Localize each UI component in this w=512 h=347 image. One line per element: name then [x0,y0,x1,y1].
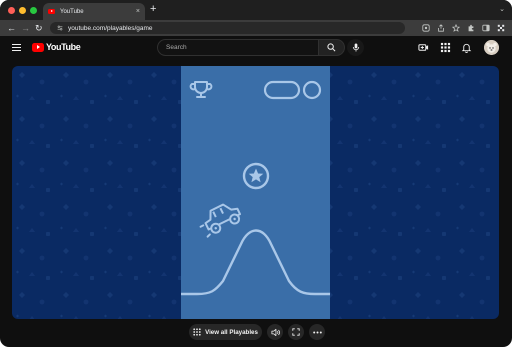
fullscreen-button[interactable] [288,324,304,340]
search-input[interactable] [166,44,306,51]
microphone-icon [352,43,359,52]
bookmark-star-icon[interactable] [452,24,460,32]
youtube-favicon-icon [48,9,55,14]
maximize-window-button[interactable] [30,7,37,14]
tab-close-icon[interactable]: × [136,8,140,15]
search-box[interactable] [157,39,318,56]
more-options-icon [312,331,322,333]
audio-button[interactable] [267,324,283,340]
playable-game-frame[interactable] [12,66,499,319]
voice-search-button[interactable] [347,39,364,56]
google-lens-icon[interactable] [422,24,430,32]
minimize-window-button[interactable] [19,7,26,14]
car-icon[interactable] [196,200,243,238]
game-playfield[interactable] [181,66,330,319]
tab-search-button[interactable]: ⌄ [499,5,505,13]
avatar[interactable] [484,40,499,55]
avatar-image [484,40,499,55]
side-panel-icon[interactable] [482,24,490,32]
tab-title: YouTube [60,8,84,15]
star-coin-icon [242,162,270,190]
youtube-play-icon [32,42,44,52]
profile-icon[interactable] [497,24,505,32]
view-all-playables-button[interactable]: View all Playables [189,324,262,340]
youtube-header: YouTube [0,36,512,60]
notifications-bell-icon[interactable] [461,42,472,53]
search-icon [327,43,336,52]
close-window-button[interactable] [8,7,15,14]
reload-button[interactable]: ↻ [35,22,43,34]
youtube-logo[interactable]: YouTube [32,42,81,52]
logo-text: YouTube [46,42,81,52]
browser-window: YouTube × + ⌄ ← → ↻ youtube.com/playable… [0,0,512,347]
create-icon[interactable] [418,42,429,53]
trophy-icon[interactable] [189,81,213,98]
browser-toolbar: ← → ↻ youtube.com/playables/game [0,20,512,36]
playable-controls: View all Playables [0,323,512,341]
menu-icon[interactable] [12,44,21,51]
fullscreen-icon [292,328,300,336]
site-info-icon[interactable] [57,25,63,31]
extensions-icon[interactable] [467,24,475,32]
pill-button-icon[interactable] [263,80,301,100]
address-bar[interactable]: youtube.com/playables/game [50,22,405,34]
audio-icon [270,328,280,336]
new-tab-button[interactable]: + [150,4,156,15]
more-options-button[interactable] [309,324,325,340]
search-button[interactable] [318,39,345,56]
hill-track [181,229,330,296]
grid-icon [193,328,201,336]
tab-strip: YouTube × + ⌄ [0,0,512,20]
share-icon[interactable] [437,24,445,32]
apps-icon[interactable] [440,42,451,53]
forward-button[interactable]: → [21,22,30,34]
browser-tab-youtube[interactable]: YouTube × [43,3,145,20]
url-text: youtube.com/playables/game [68,24,153,32]
circle-button-icon[interactable] [302,80,322,100]
view-all-playables-label: View all Playables [205,328,258,336]
back-button[interactable]: ← [7,22,16,34]
